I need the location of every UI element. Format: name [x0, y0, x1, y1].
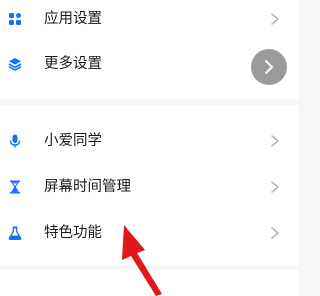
flask-icon: [8, 226, 22, 240]
chevron-right-icon: [271, 181, 279, 193]
hourglass-icon: [8, 180, 22, 194]
settings-item-label: 应用设置: [44, 11, 102, 27]
microphone-icon: [8, 134, 22, 148]
chevron-right-icon: [265, 60, 273, 74]
settings-item-label: 小爱同学: [44, 133, 102, 149]
chevron-right-icon: [271, 13, 279, 25]
settings-group-bottom: 小爱同学 屏幕时间管理 特色功能: [0, 105, 298, 265]
layers-icon: [8, 57, 22, 71]
floating-chevron-button[interactable]: [251, 49, 287, 85]
settings-item-label: 屏幕时间管理: [44, 179, 131, 195]
settings-item-label: 特色功能: [44, 225, 102, 241]
settings-group-next: [0, 270, 298, 296]
settings-item-app-settings[interactable]: 应用设置: [0, 0, 298, 42]
settings-item-label: 更多设置: [44, 56, 102, 72]
settings-group-top: 应用设置 更多设置: [0, 0, 298, 99]
settings-item-xiaoai[interactable]: 小爱同学: [0, 118, 298, 164]
chevron-right-icon: [271, 227, 279, 239]
settings-item-special-features[interactable]: 特色功能: [0, 210, 298, 256]
settings-item-screen-time[interactable]: 屏幕时间管理: [0, 164, 298, 210]
apps-grid-icon: [8, 12, 22, 26]
settings-screen: 应用设置 更多设置 小爱同学 屏幕时间管理 特色功能: [0, 0, 298, 296]
chevron-right-icon: [271, 135, 279, 147]
